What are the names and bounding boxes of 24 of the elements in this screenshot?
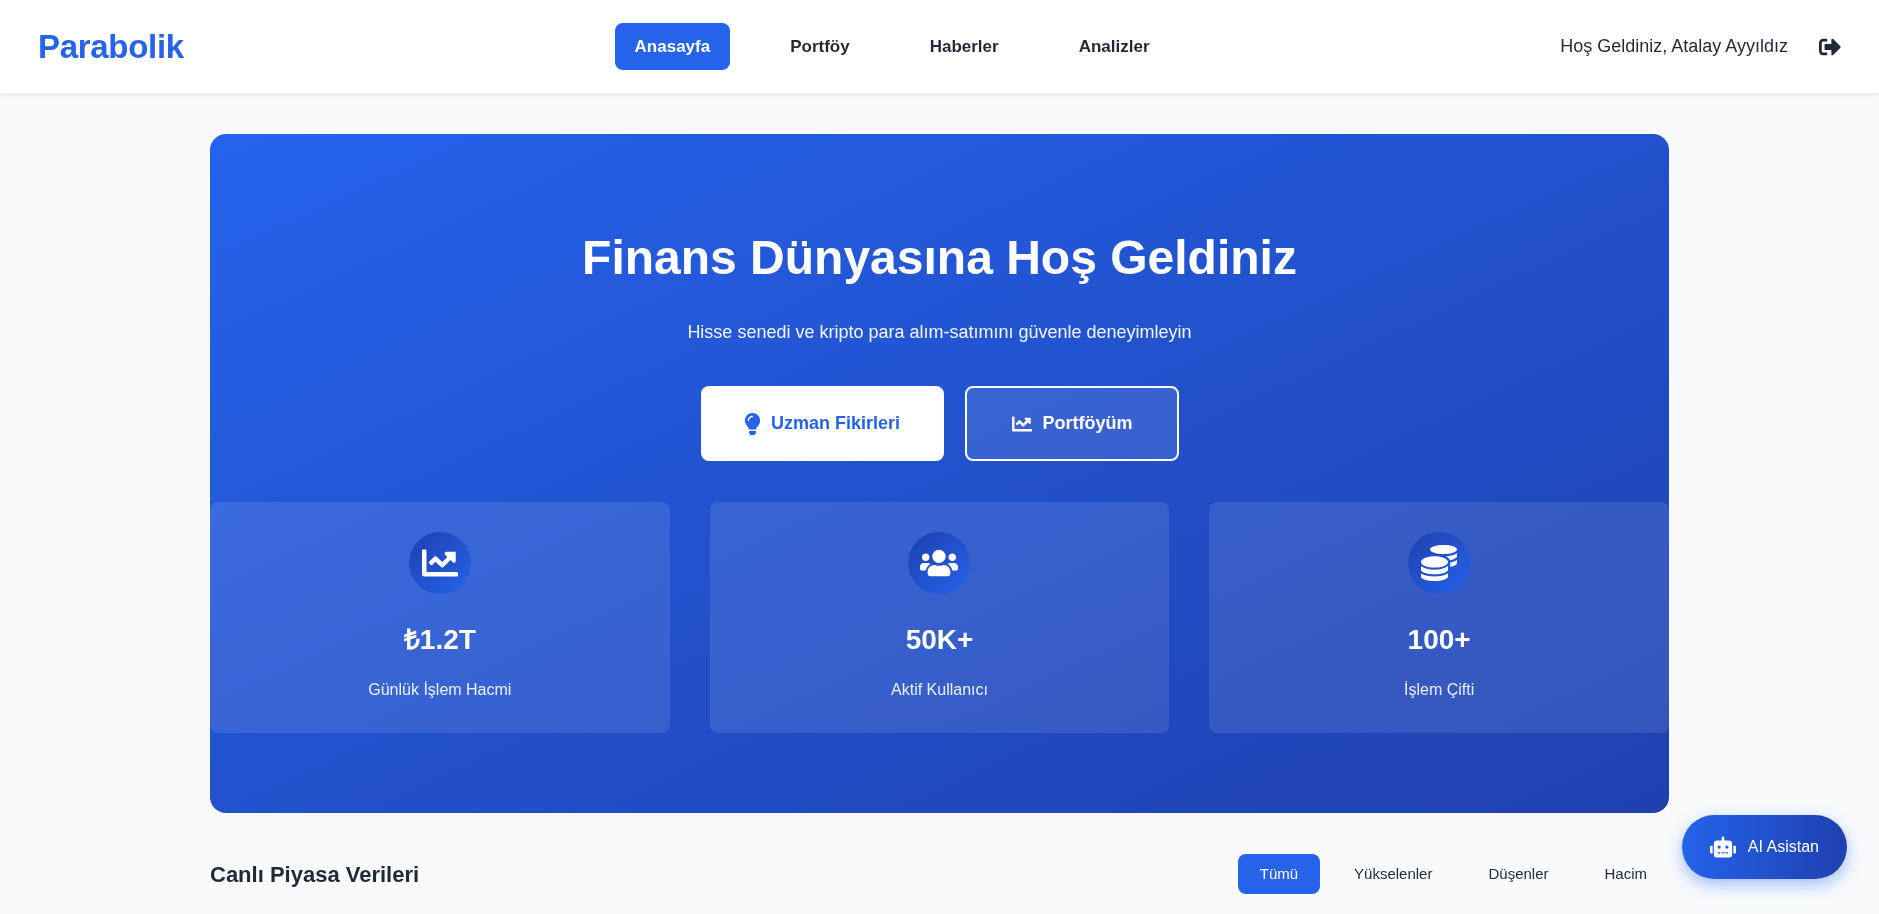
lightbulb-icon [743, 412, 761, 435]
expert-ideas-button[interactable]: Uzman Fikirleri [700, 386, 944, 461]
welcome-text: Hoş Geldiniz, Atalay Ayyıldız [1560, 35, 1788, 58]
filter-tab[interactable]: Tümü [1237, 854, 1321, 894]
filter-tab[interactable]: Yükselenler [1332, 854, 1455, 894]
nav-tab[interactable]: Haberler [909, 23, 1019, 70]
section-title: Canlı Piyasa Verileri [210, 860, 420, 889]
portfolio-button[interactable]: Portföyüm [964, 386, 1179, 461]
hero-subtitle: Hisse senedi ve kripto para alım-satımını güvenle deneyimleyin [687, 321, 1192, 344]
stat-label: İşlem Çifti [1404, 680, 1475, 700]
filter-tab[interactable]: Düşenler [1466, 854, 1571, 894]
brand-logo[interactable]: Parabolik [38, 21, 184, 72]
stat-label: Aktif Kullanıcı [891, 680, 988, 700]
nav-tab[interactable]: Anasayfa [614, 23, 731, 70]
nav-tab[interactable]: Analizler [1058, 23, 1170, 70]
hero-title: Finans Dünyasına Hoş Geldiniz [582, 230, 1297, 286]
stat-value: 100+ [1407, 623, 1471, 657]
robot-icon [1709, 836, 1736, 858]
filter-tab[interactable]: Hacim [1582, 854, 1669, 894]
stat-value: ₺1.2T [403, 623, 476, 657]
ai-assistant-button[interactable]: AI Asistan [1681, 815, 1847, 879]
stat-value: 50K+ [905, 623, 974, 657]
nav-tab[interactable]: Portföy [770, 23, 870, 70]
stat-label: Günlük İşlem Hacmi [368, 680, 512, 700]
